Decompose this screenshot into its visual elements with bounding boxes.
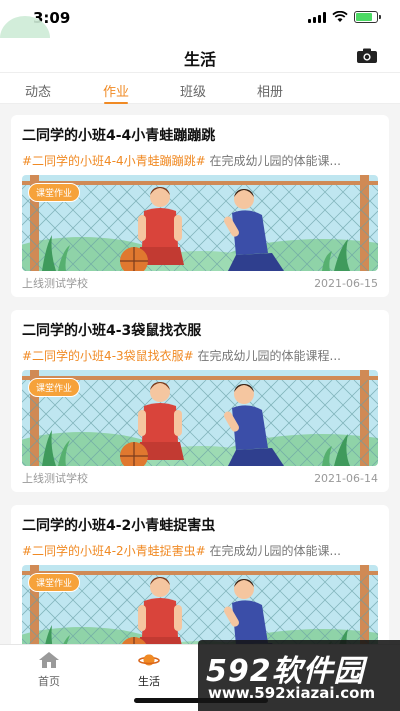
card-description: #二同学的小班4-4小青蛙蹦蹦跳# 在完成幼儿园的体能课... xyxy=(22,151,378,171)
homework-type-badge: 课堂作业 xyxy=(28,378,81,397)
header: 生活 xyxy=(0,38,400,72)
home-icon xyxy=(39,652,59,668)
signal-icon xyxy=(308,11,326,23)
card-illustration[interactable]: 课堂作业 xyxy=(22,370,378,466)
wifi-icon xyxy=(332,11,348,22)
card-school: 上线测试学校 xyxy=(22,472,88,485)
nav-home-label: 首页 xyxy=(38,675,60,688)
tab-dynamics[interactable]: 动态 xyxy=(25,81,51,100)
card-illustration[interactable]: 课堂作业 xyxy=(22,175,378,271)
card-title: 二同学的小班4-4小青蛙蹦蹦跳 xyxy=(22,128,216,144)
card-date: 2021-06-15 xyxy=(314,277,378,290)
card-footer: 上线测试学校 2021-06-15 xyxy=(22,271,378,297)
nav-life[interactable]: 生活 xyxy=(119,651,179,689)
status-bar: 3:09 xyxy=(0,0,400,38)
tab-bar: 动态 作业 班级 相册 xyxy=(0,72,400,104)
card-date: 2021-06-14 xyxy=(314,472,378,485)
card-desc-text: 在完成幼儿园的体能课... xyxy=(205,154,341,168)
card-desc-text: 在完成幼儿园的体能课... xyxy=(205,544,341,558)
card-description: #二同学的小班4-2小青蛙捉害虫# 在完成幼儿园的体能课... xyxy=(22,541,378,561)
watermark-logo: 592软件园 www.592xiazai.com xyxy=(198,640,400,711)
card-description: #二同学的小班4-3袋鼠找衣服# 在完成幼儿园的体能课程... xyxy=(22,346,378,366)
card-topic-tag[interactable]: #二同学的小班4-3袋鼠找衣服# xyxy=(22,349,194,363)
homework-feed: 二同学的小班4-4小青蛙蹦蹦跳 #二同学的小班4-4小青蛙蹦蹦跳# 在完成幼儿园… xyxy=(0,104,400,644)
tab-homework[interactable]: 作业 xyxy=(103,81,129,100)
card-title: 二同学的小班4-2小青蛙捉害虫 xyxy=(22,518,216,534)
homework-card[interactable]: 二同学的小班4-4小青蛙蹦蹦跳 #二同学的小班4-4小青蛙蹦蹦跳# 在完成幼儿园… xyxy=(11,115,389,297)
card-illustration[interactable]: 课堂作业 xyxy=(22,565,378,644)
tab-album[interactable]: 相册 xyxy=(257,81,283,100)
card-title: 二同学的小班4-3袋鼠找衣服 xyxy=(22,323,202,339)
watermark-url: www.592xiazai.com xyxy=(208,684,376,702)
homework-card[interactable]: 二同学的小班4-2小青蛙捉害虫 #二同学的小班4-2小青蛙捉害虫# 在完成幼儿园… xyxy=(11,505,389,644)
card-topic-tag[interactable]: #二同学的小班4-4小青蛙蹦蹦跳# xyxy=(22,154,206,168)
nav-home[interactable]: 首页 xyxy=(19,651,79,689)
card-topic-tag[interactable]: #二同学的小班4-2小青蛙捉害虫# xyxy=(22,544,206,558)
tab-class[interactable]: 班级 xyxy=(180,81,206,100)
camera-icon[interactable] xyxy=(356,48,378,64)
homework-card[interactable]: 二同学的小班4-3袋鼠找衣服 #二同学的小班4-3袋鼠找衣服# 在完成幼儿园的体… xyxy=(11,310,389,492)
card-school: 上线测试学校 xyxy=(22,277,88,290)
nav-life-label: 生活 xyxy=(138,675,160,688)
planet-icon xyxy=(138,654,160,666)
page-title: 生活 xyxy=(183,50,216,69)
card-footer: 上线测试学校 2021-06-14 xyxy=(22,466,378,492)
status-icons xyxy=(308,11,381,23)
battery-icon xyxy=(354,11,381,23)
homework-type-badge: 课堂作业 xyxy=(28,573,81,592)
homework-type-badge: 课堂作业 xyxy=(28,183,81,202)
card-desc-text: 在完成幼儿园的体能课程... xyxy=(193,349,341,363)
